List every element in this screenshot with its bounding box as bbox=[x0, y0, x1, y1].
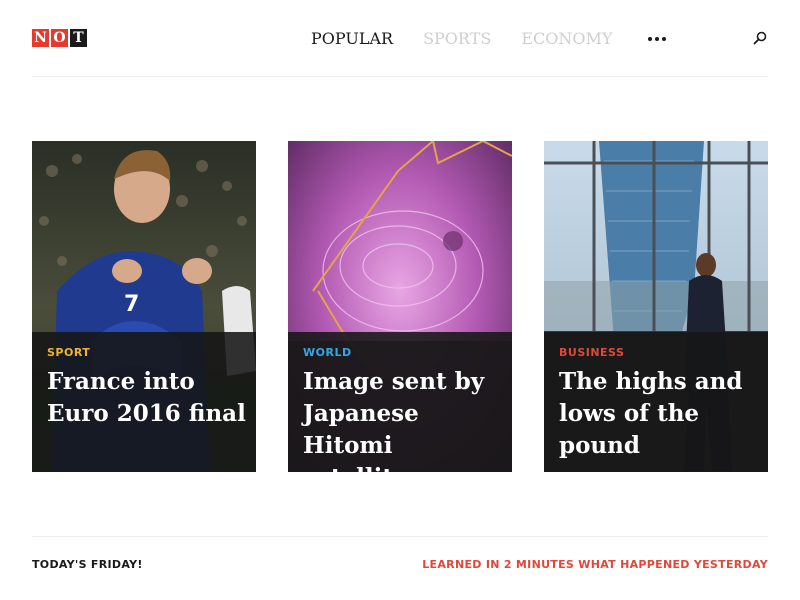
svg-text:7: 7 bbox=[124, 292, 139, 317]
nav-item-sports[interactable]: SPORTS bbox=[423, 29, 491, 48]
main-nav: POPULAR SPORTS ECONOMY bbox=[311, 29, 667, 48]
logo-letter: T bbox=[70, 29, 87, 47]
article-card-world[interactable]: WORLD Image sent by Japanese Hitomi sate… bbox=[288, 141, 512, 472]
yesterday-summary-link[interactable]: LEARNED IN 2 MINUTES WHAT HAPPENED YESTE… bbox=[422, 558, 768, 571]
article-title[interactable]: France into Euro 2016 final bbox=[47, 366, 247, 430]
card-caption: BUSINESS The highs and lows of the pound bbox=[544, 332, 768, 472]
nav-item-economy[interactable]: ECONOMY bbox=[521, 29, 612, 48]
category-label[interactable]: BUSINESS bbox=[559, 346, 624, 359]
site-logo[interactable]: N O T bbox=[32, 29, 87, 47]
header: N O T POPULAR SPORTS ECONOMY bbox=[32, 0, 768, 77]
category-label[interactable]: WORLD bbox=[303, 346, 352, 359]
article-card-business[interactable]: BUSINESS The highs and lows of the pound bbox=[544, 141, 768, 472]
logo-letter: N bbox=[32, 29, 49, 47]
card-caption: WORLD Image sent by Japanese Hitomi sate… bbox=[288, 332, 512, 472]
nav-item-popular[interactable]: POPULAR bbox=[311, 29, 393, 48]
search-icon[interactable] bbox=[752, 30, 768, 46]
footer: TODAY'S FRIDAY! LEARNED IN 2 MINUTES WHA… bbox=[32, 536, 768, 597]
card-caption: SPORT France into Euro 2016 final bbox=[32, 332, 256, 472]
article-card-sport[interactable]: 7 SPORT France into Euro 2016 final bbox=[32, 141, 256, 472]
article-title[interactable]: Image sent by Japanese Hitomi satellite bbox=[303, 366, 503, 472]
logo-letter: O bbox=[51, 29, 68, 47]
today-label: TODAY'S FRIDAY! bbox=[32, 558, 143, 571]
featured-cards: 7 SPORT France into Euro 2016 final WORL… bbox=[32, 141, 768, 472]
ellipsis-icon[interactable] bbox=[648, 31, 667, 47]
article-title[interactable]: The highs and lows of the pound bbox=[559, 366, 759, 462]
category-label[interactable]: SPORT bbox=[47, 346, 90, 359]
